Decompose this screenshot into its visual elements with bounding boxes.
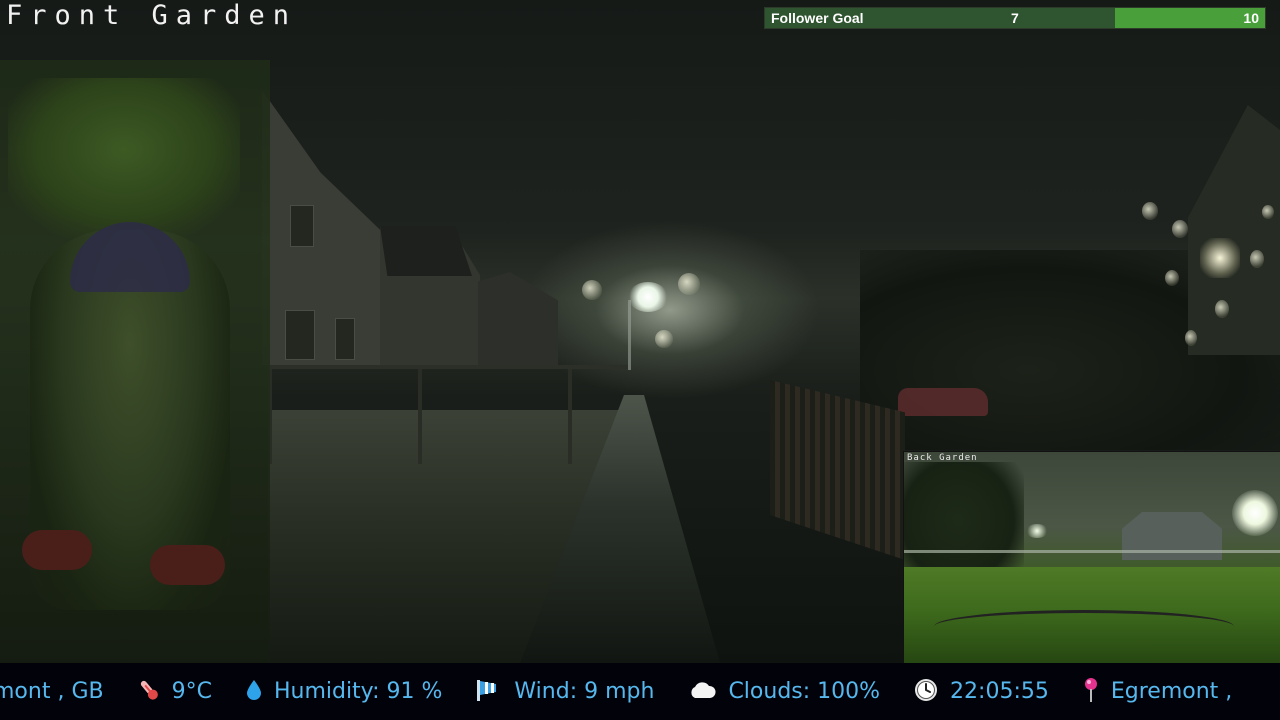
rain-drop (1142, 202, 1158, 220)
pip-camera-title: Back Garden (907, 453, 978, 463)
location-text: mont , GB (0, 679, 104, 704)
rain-drop (1165, 270, 1179, 286)
rain-drop (1185, 330, 1197, 346)
follower-goal-current: 7 (1011, 10, 1019, 26)
ticker-location-repeat: Egremont , (1083, 677, 1232, 707)
parked-car (898, 388, 988, 416)
time-value: 22:05:55 (950, 679, 1049, 704)
ticker-wind: Wind: 9 mph (476, 678, 654, 706)
floodlight (1232, 490, 1278, 536)
trampoline-rail (934, 610, 1234, 643)
ticker-time: 22:05:55 (914, 678, 1049, 706)
ticker-temperature: 9°C (138, 678, 212, 706)
rain-drop (1215, 300, 1229, 318)
camera-title: Front Garden (6, 0, 298, 31)
distant-light (1026, 524, 1048, 538)
ticker-humidity: Humidity: 91 % (246, 679, 442, 705)
follower-goal-target: 10 (1243, 10, 1259, 26)
street-lamp (628, 282, 668, 312)
follower-goal-label: Follower Goal (771, 10, 864, 26)
rain-drop (678, 273, 700, 295)
temperature-value: 9°C (171, 679, 212, 704)
weather-ticker: mont , GB 9°C Humidity: 91 % Wind: 9 mph… (0, 663, 1280, 720)
graffiti-shoe (150, 545, 225, 585)
house-window (335, 318, 355, 360)
rain-drop (1250, 250, 1264, 268)
rain-drop (655, 330, 673, 348)
house-window (285, 310, 315, 360)
humidity-value: Humidity: 91 % (273, 679, 443, 704)
graffiti-shoe (22, 530, 92, 570)
back-garden-camera-feed: Back Garden (903, 451, 1280, 664)
cloud-icon (688, 681, 716, 703)
wind-sock-icon (476, 678, 502, 706)
clock-icon (914, 678, 938, 706)
ticker-clouds: Clouds: 100% (688, 679, 880, 704)
rain-drop (1172, 220, 1188, 238)
location-text: Egremont , (1110, 679, 1233, 704)
fence (904, 550, 1280, 553)
rain-drop (582, 280, 602, 300)
house (262, 90, 392, 365)
thermometer-icon (138, 678, 160, 706)
house-window (290, 205, 314, 247)
ticker-location: mont , GB (0, 679, 104, 704)
follower-goal-bar: Follower Goal 7 10 (764, 7, 1266, 29)
house (1188, 105, 1280, 355)
ticker-track: mont , GB 9°C Humidity: 91 % Wind: 9 mph… (0, 663, 1266, 720)
wind-value: Wind: 9 mph (514, 679, 655, 704)
fence (268, 365, 628, 464)
house-roof (380, 226, 472, 276)
clouds-value: Clouds: 100% (728, 679, 881, 704)
map-pin-icon (1083, 677, 1099, 707)
lit-window (1200, 238, 1240, 278)
graffiti-logo (8, 78, 240, 238)
street-lamp-pole (628, 300, 631, 370)
water-drop-icon (246, 679, 262, 705)
rain-drop (1262, 205, 1274, 219)
